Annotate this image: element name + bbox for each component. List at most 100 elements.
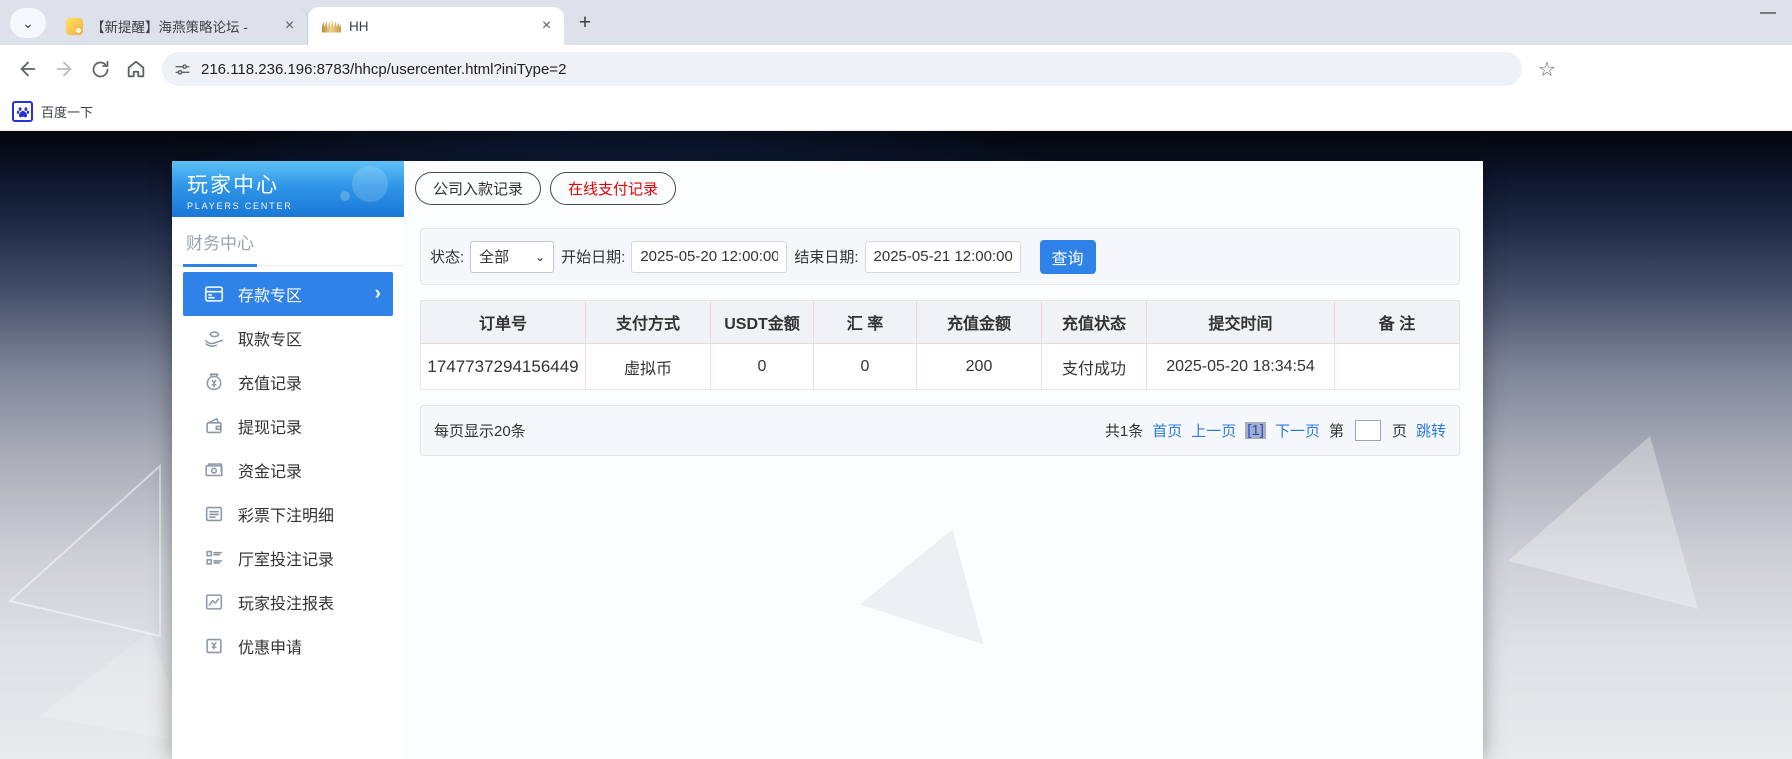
wallet-icon [203,415,225,437]
sidebar-item-label: 充值记录 [238,376,303,393]
page-jump-input[interactable] [1354,420,1381,441]
sidebar-item-label: 取款专区 [238,332,303,349]
header-submit-time: 提交时间 [1147,301,1335,343]
header-order-id: 订单号 [421,301,586,343]
content-triangle-decoration [860,509,1015,644]
browser-window: ⌄ 【新提醒】海燕策略论坛 - × HH × + — 216.118.236.1… [0,0,1792,759]
sidebar-item-promo-application[interactable]: 优惠申请 [172,624,404,668]
tab-company-deposit-records[interactable]: 公司入款记录 [415,172,542,205]
sidebar-item-label: 彩票下注明细 [238,508,335,525]
header-recharge-status: 充值状态 [1042,301,1147,343]
header-pay-method: 支付方式 [586,301,711,343]
withdraw-hand-icon [203,327,225,349]
pagination-bar: 每页显示20条 共1条 首页 上一页 [1] 下一页 第 页 跳转 [420,405,1460,456]
browser-tab-forum[interactable]: 【新提醒】海燕策略论坛 - × [52,7,308,45]
deposit-card-icon [203,283,225,305]
header-recharge-amount: 充值金额 [917,301,1042,343]
bookmark-star-icon[interactable]: ☆ [1530,52,1564,86]
tab-online-payment-records[interactable]: 在线支付记录 [550,172,677,205]
money-bag-icon [203,371,225,393]
sidebar-item-label: 存款专区 [238,288,303,305]
reload-button[interactable] [82,51,118,87]
banner-title: 玩家中心 [187,174,279,197]
pagination-controls: 共1条 首页 上一页 [1] 下一页 第 页 跳转 [1105,420,1446,441]
payment-records-table: 订单号 支付方式 USDT金额 汇 率 充值金额 充值状态 提交时间 备 注 1… [420,300,1460,390]
site-settings-icon[interactable] [174,61,191,78]
start-date-input[interactable] [631,240,788,273]
status-selected-value: 全部 [479,249,510,266]
tab-title: HH [349,18,369,34]
jump-prefix-label: 第 [1328,423,1344,440]
table-header-row: 订单号 支付方式 USDT金额 汇 率 充值金额 充值状态 提交时间 备 注 [421,301,1459,343]
baidu-paw-icon [12,101,33,122]
sidebar-item-label: 资金记录 [238,464,303,481]
window-minimize-button[interactable]: — [1760,4,1776,22]
sidebar-item-label: 提现记录 [238,420,303,437]
sidebar-item-recharge-records[interactable]: 充值记录 [172,360,404,404]
next-page-link[interactable]: 下一页 [1275,420,1320,441]
sidebar-menu: 存款专区 › 取款专区 充值记录 提现记录 资金记录 彩票下注明细 厅室投注记录… [172,266,404,668]
header-remark: 备 注 [1378,316,1416,333]
new-tab-button[interactable]: + [570,8,600,38]
table-row: 1747737294156449 虚拟币 0 0 200 支付成功 2025-0… [421,343,1459,389]
sidebar-item-deposit-zone[interactable]: 存款专区 › [183,272,393,316]
search-button[interactable]: 查询 [1039,239,1096,274]
jump-suffix-label: 页 [1391,423,1407,440]
chevron-down-icon: ⌄ [535,249,546,264]
reload-icon [92,60,108,77]
hh-favicon-icon [322,20,341,33]
current-page-indicator: [1] [1245,422,1266,439]
header-exchange-rate: 汇 率 [814,301,917,343]
banner-subtitle: PLAYERS CENTER [187,201,293,211]
forward-arrow-icon [56,61,72,77]
page-background: 玩家中心 PLAYERS CENTER 财务中心 存款专区 › 取款专区 充值记… [0,131,1792,759]
cell-exchange-rate: 0 [814,344,917,389]
back-button[interactable] [10,51,46,87]
sidebar-item-label: 厅室投注记录 [238,552,335,569]
sidebar-item-hall-bet-records[interactable]: 厅室投注记录 [172,536,404,580]
cell-submit-time: 2025-05-20 18:34:54 [1147,344,1335,389]
record-type-tabs: 公司入款记录 在线支付记录 [415,172,677,205]
end-date-input[interactable] [864,240,1021,273]
cell-usdt-amount: 0 [711,344,814,389]
sidebar-item-player-bet-report[interactable]: 玩家投注报表 [172,580,404,624]
home-icon [127,60,145,78]
sidebar-item-label: 玩家投注报表 [238,596,335,613]
cell-order-id: 1747737294156449 [421,344,586,389]
cell-recharge-amount: 200 [917,344,1042,389]
jump-button[interactable]: 跳转 [1416,420,1446,441]
url-text: 216.118.236.196:8783/hhcp/usercenter.htm… [201,60,567,78]
browser-toolbar: 216.118.236.196:8783/hhcp/usercenter.htm… [0,45,1792,93]
sidebar-item-lottery-bet-details[interactable]: 彩票下注明细 [172,492,404,536]
sidebar: 玩家中心 PLAYERS CENTER 财务中心 存款专区 › 取款专区 充值记… [172,161,404,759]
sidebar-item-withdrawal-records[interactable]: 提现记录 [172,404,404,448]
sidebar-item-label: 优惠申请 [238,640,303,657]
user-center-app: 玩家中心 PLAYERS CENTER 财务中心 存款专区 › 取款专区 充值记… [172,161,1483,759]
section-divider [172,264,404,267]
cell-pay-method: 虚拟币 [586,344,711,389]
bookmark-label: 百度一下 [41,105,94,120]
sidebar-item-withdraw-zone[interactable]: 取款专区 [172,316,404,360]
status-select[interactable]: 全部 ⌄ [470,240,555,273]
close-icon[interactable]: × [537,17,556,36]
players-center-banner: 玩家中心 PLAYERS CENTER [172,161,404,217]
tab-strip: ⌄ 【新提醒】海燕策略论坛 - × HH × + — [0,0,1792,45]
cash-icon [203,459,225,481]
chart-icon [203,591,225,613]
close-icon[interactable]: × [280,17,299,36]
address-bar[interactable]: 216.118.236.196:8783/hhcp/usercenter.htm… [162,52,1522,86]
prev-page-link[interactable]: 上一页 [1191,420,1236,441]
back-arrow-icon [20,61,36,77]
sidebar-item-funds-records[interactable]: 资金记录 [172,448,404,492]
bookmarks-bar: 百度一下 [0,93,1792,131]
tab-search-button[interactable]: ⌄ [10,8,46,38]
checklist-icon [203,547,225,569]
bookmark-baidu[interactable]: 百度一下 [12,101,93,122]
total-count-text: 共1条 [1104,423,1144,440]
forum-favicon-icon [66,17,83,35]
first-page-link[interactable]: 首页 [1152,420,1182,441]
tab-title: 【新提醒】海燕策略论坛 - [91,20,248,35]
browser-tab-hh[interactable]: HH × [308,7,564,45]
forward-button[interactable] [46,51,82,87]
home-button[interactable] [118,51,154,87]
